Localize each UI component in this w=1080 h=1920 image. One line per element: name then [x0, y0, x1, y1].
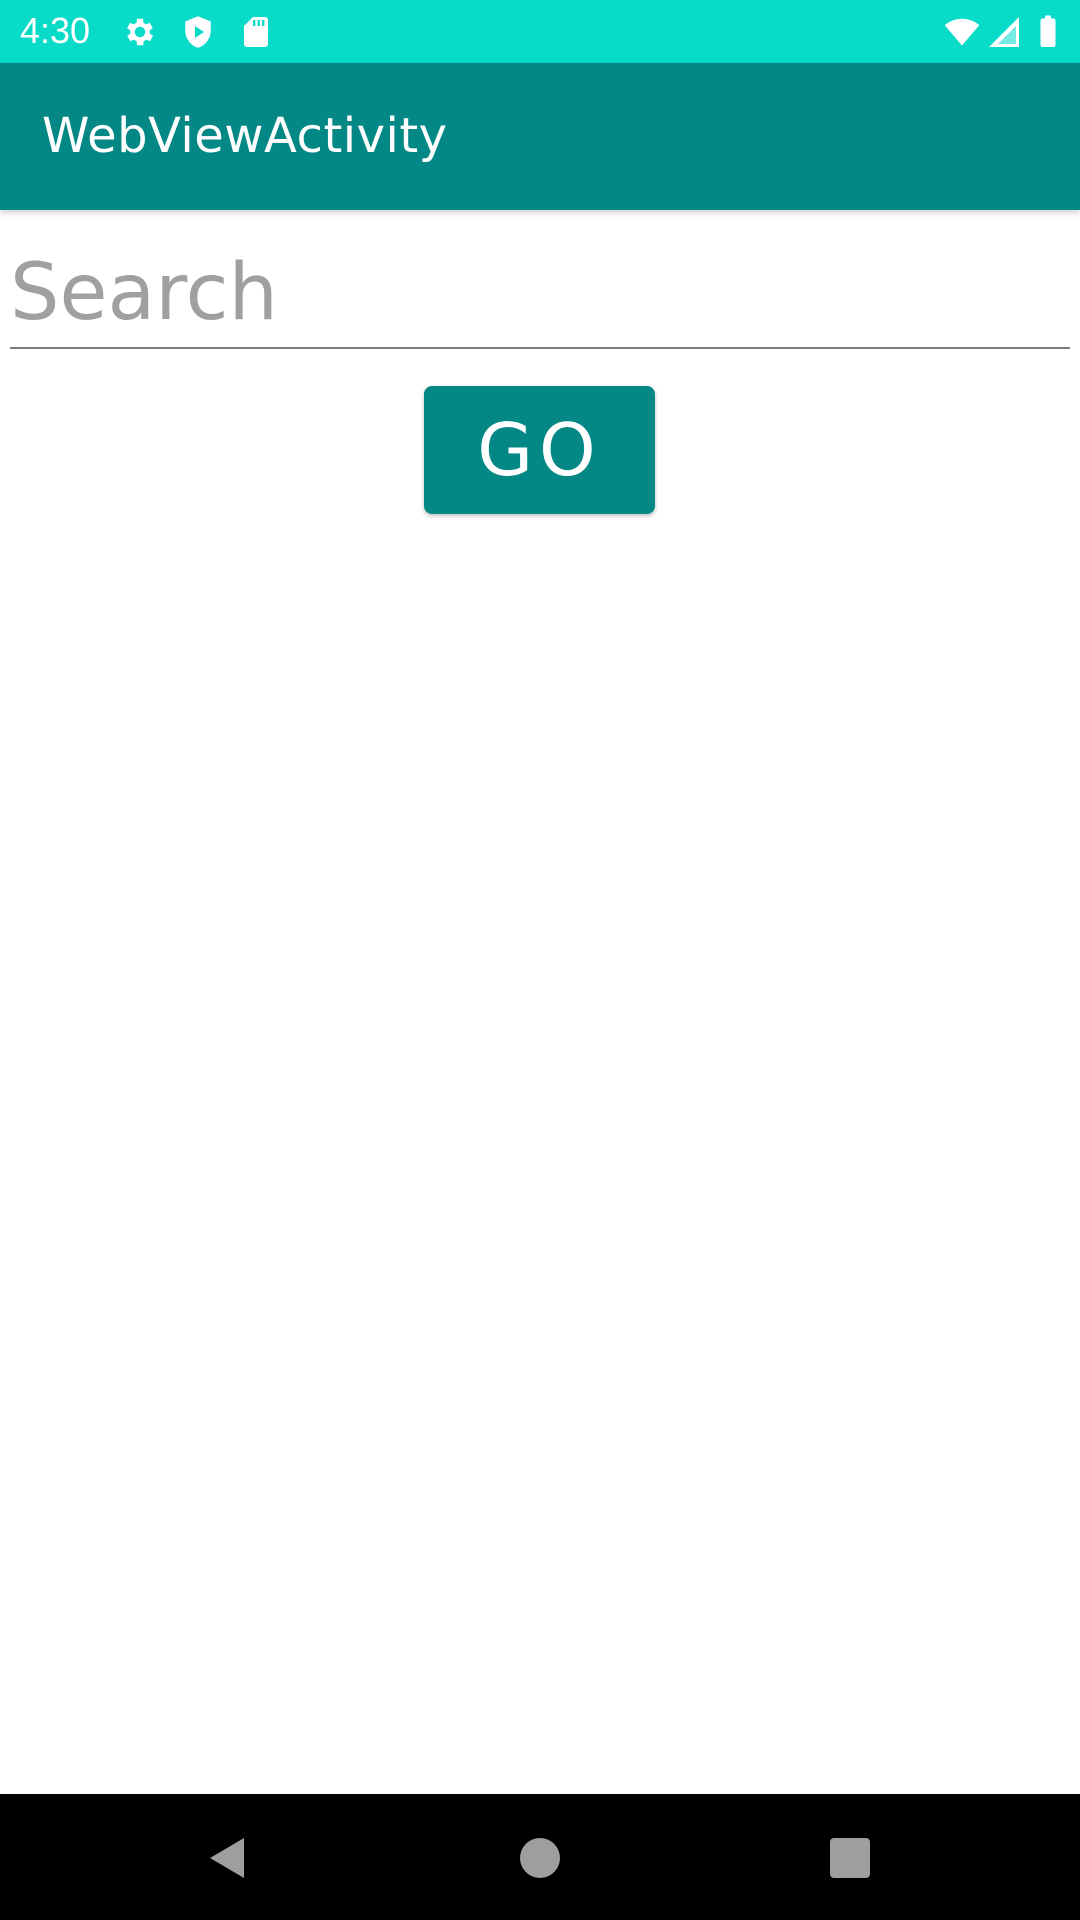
search-field-container: [10, 240, 1070, 350]
app-bar: WebViewActivity: [0, 63, 1080, 210]
navigation-bar: [0, 1794, 1080, 1920]
search-input[interactable]: [10, 240, 1070, 346]
wifi-icon: [944, 18, 980, 46]
shield-play-icon: [185, 16, 211, 48]
status-time: 4:30: [20, 10, 91, 51]
app-title: WebViewActivity: [42, 108, 448, 164]
go-button[interactable]: GO: [424, 386, 655, 514]
sd-card-icon: [244, 17, 268, 47]
home-icon[interactable]: [516, 1834, 564, 1882]
status-bar: 4:30: [0, 0, 1080, 63]
battery-icon: [1040, 15, 1056, 47]
settings-icon: [127, 18, 154, 46]
recents-icon[interactable]: [826, 1834, 874, 1882]
back-icon[interactable]: [204, 1834, 252, 1882]
search-underline: [10, 347, 1070, 349]
signal-icon: [989, 17, 1019, 47]
